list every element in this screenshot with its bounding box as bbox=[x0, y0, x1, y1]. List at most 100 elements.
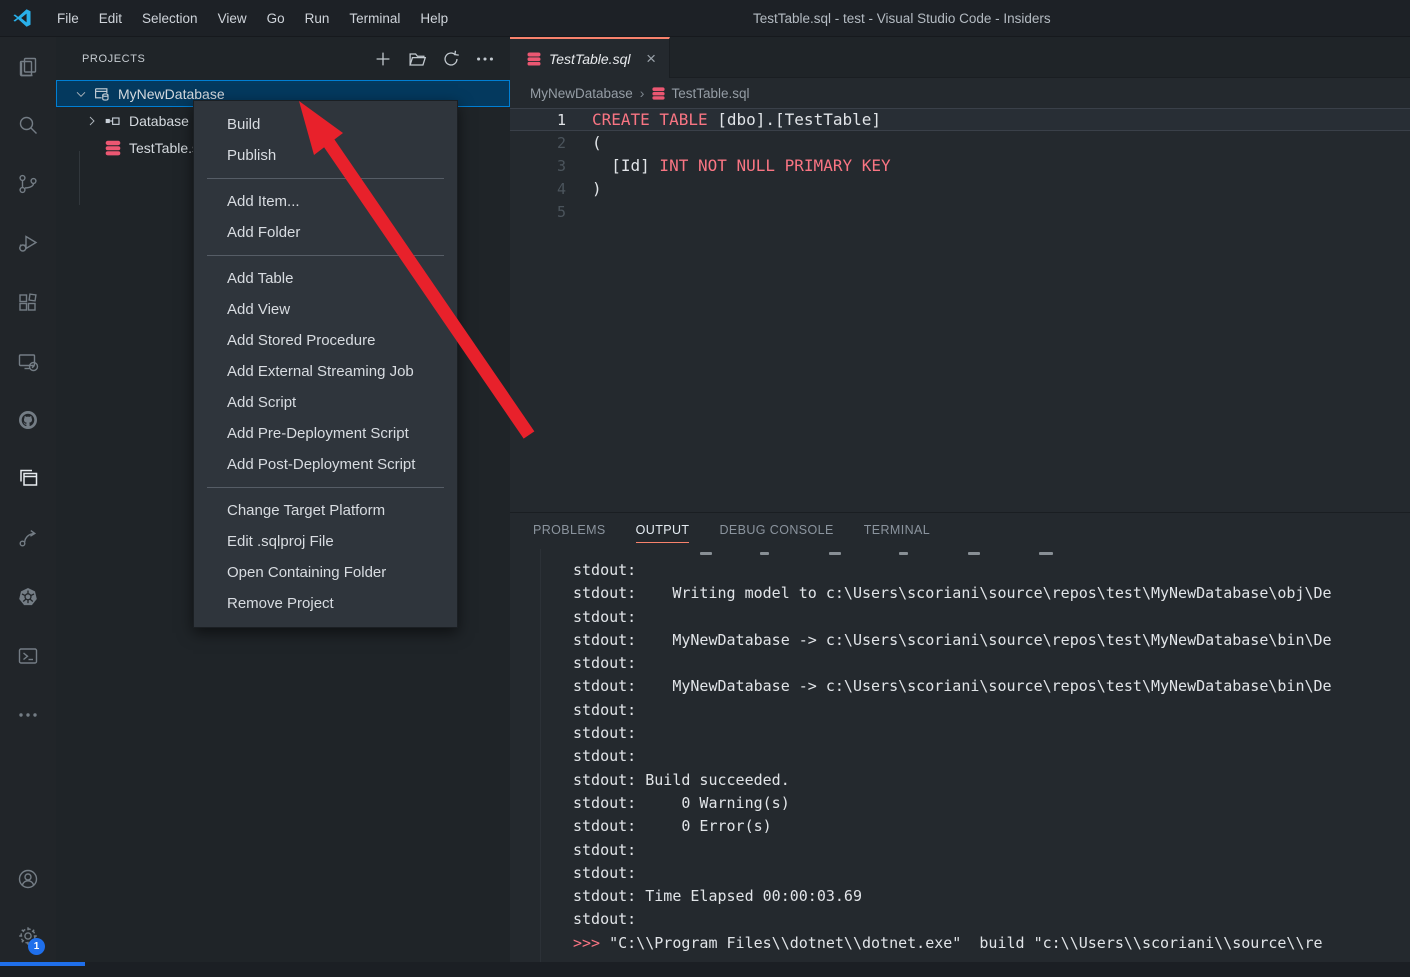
line-number: 4 bbox=[510, 180, 592, 198]
editor-tab-strip: TestTable.sql × bbox=[510, 37, 1410, 78]
panel-tab-output[interactable]: OUTPUT bbox=[636, 523, 690, 543]
output-line: stdout: Time Elapsed 00:00:03.69 bbox=[573, 885, 1410, 908]
tab-close-icon[interactable]: × bbox=[643, 49, 659, 68]
menubar-item-selection[interactable]: Selection bbox=[132, 0, 208, 37]
output-command-prefix: >>> bbox=[573, 934, 609, 952]
output-line: stdout: bbox=[573, 839, 1410, 862]
code-token: [Id] bbox=[592, 156, 650, 175]
output-line: >>> "C:\\Program Files\\dotnet\\dotnet.e… bbox=[573, 932, 1410, 955]
breadcrumb: MyNewDatabase › TestTable.sql bbox=[510, 78, 1410, 108]
menu-item-add-post-deployment-script[interactable]: Add Post-Deployment Script bbox=[194, 449, 457, 480]
code-line: 5 bbox=[510, 200, 1410, 223]
extensions-icon[interactable] bbox=[16, 291, 40, 315]
breadcrumb-item[interactable]: MyNewDatabase bbox=[530, 86, 633, 101]
output-view[interactable]: stdout:stdout: Writing model to c:\Users… bbox=[510, 549, 1410, 963]
remote-explorer-icon[interactable] bbox=[16, 350, 40, 374]
menubar-item-file[interactable]: File bbox=[47, 0, 89, 37]
status-progress-bar bbox=[0, 962, 85, 966]
output-line: stdout: 0 Error(s) bbox=[573, 815, 1410, 838]
breadcrumb-item[interactable]: TestTable.sql bbox=[671, 86, 749, 101]
output-line: stdout: Writing model to c:\Users\scoria… bbox=[573, 582, 1410, 605]
search-icon[interactable] bbox=[16, 113, 40, 137]
output-line: stdout: bbox=[573, 559, 1410, 582]
output-indent-guide bbox=[540, 549, 541, 963]
output-line: stdout: bbox=[573, 862, 1410, 885]
project-context-menu: BuildPublish Add Item...Add Folder Add Tab… bbox=[193, 100, 458, 628]
menubar-item-help[interactable]: Help bbox=[410, 0, 458, 37]
menu-item-change-target-platform[interactable]: Change Target Platform bbox=[194, 495, 457, 526]
panel-tab-debug-console[interactable]: DEBUG CONSOLE bbox=[719, 523, 833, 539]
menubar-item-run[interactable]: Run bbox=[295, 0, 340, 37]
no-chevron bbox=[84, 140, 100, 156]
menubar-item-terminal[interactable]: Terminal bbox=[339, 0, 410, 37]
menu-bar: FileEditSelectionViewGoRunTerminalHelp bbox=[47, 0, 458, 37]
line-number: 5 bbox=[510, 203, 592, 221]
accounts-icon[interactable] bbox=[16, 867, 40, 891]
code-token: [dbo].[TestTable] bbox=[717, 110, 881, 129]
code-token: ) bbox=[592, 179, 602, 198]
panel-tab-terminal[interactable]: TERMINAL bbox=[864, 523, 930, 539]
sql-database-projects-icon[interactable] bbox=[16, 466, 40, 490]
more-actions-button[interactable] bbox=[474, 48, 496, 70]
menu-item-add-item-[interactable]: Add Item... bbox=[194, 186, 457, 217]
menu-separator bbox=[207, 178, 444, 179]
activity-bar: 1 bbox=[0, 37, 56, 962]
output-line: stdout: bbox=[573, 908, 1410, 931]
output-line: stdout: bbox=[573, 699, 1410, 722]
chevron-down-icon[interactable] bbox=[73, 86, 89, 102]
source-control-icon[interactable] bbox=[16, 172, 40, 196]
vscode-logo-icon bbox=[11, 7, 33, 29]
sidebar-title: PROJECTS bbox=[82, 53, 372, 65]
menubar-item-view[interactable]: View bbox=[208, 0, 257, 37]
panel-tab-problems[interactable]: PROBLEMS bbox=[533, 523, 606, 539]
code-token: INT NOT NULL PRIMARY KEY bbox=[650, 156, 891, 175]
menu-item-add-script[interactable]: Add Script bbox=[194, 387, 457, 418]
menu-item-add-folder[interactable]: Add Folder bbox=[194, 217, 457, 248]
menu-item-build[interactable]: Build bbox=[194, 109, 457, 140]
code-line: 3 [Id] INT NOT NULL PRIMARY KEY bbox=[510, 154, 1410, 177]
project-icon bbox=[93, 85, 111, 103]
editor-group: TestTable.sql × MyNewDatabase › TestTable.… bbox=[510, 37, 1410, 962]
more-views-icon[interactable] bbox=[16, 703, 40, 727]
line-number: 3 bbox=[510, 157, 592, 175]
window-title: TestTable.sql - test - Visual Studio Cod… bbox=[753, 0, 1051, 37]
chevron-right-icon[interactable] bbox=[84, 113, 100, 129]
bottom-panel: PROBLEMS OUTPUT DEBUG CONSOLE TERMINAL stdo… bbox=[510, 512, 1410, 962]
menubar-item-edit[interactable]: Edit bbox=[89, 0, 132, 37]
refresh-button[interactable] bbox=[440, 48, 462, 70]
add-project-button[interactable] bbox=[372, 48, 394, 70]
open-project-button[interactable] bbox=[406, 48, 428, 70]
tab-testtable-sql[interactable]: TestTable.sql × bbox=[510, 37, 670, 78]
explorer-icon[interactable] bbox=[16, 55, 40, 79]
menu-item-add-table[interactable]: Add Table bbox=[194, 263, 457, 294]
code-token: CREATE TABLE bbox=[592, 110, 717, 129]
code-token: ( bbox=[592, 133, 602, 152]
sidebar-header: PROJECTS bbox=[56, 37, 510, 80]
breadcrumb-separator-icon: › bbox=[640, 85, 645, 101]
menubar-item-go[interactable]: Go bbox=[257, 0, 295, 37]
settings-badge: 1 bbox=[28, 938, 45, 955]
run-and-debug-icon[interactable] bbox=[16, 231, 40, 255]
menu-item-add-external-streaming-job[interactable]: Add External Streaming Job bbox=[194, 356, 457, 387]
code-line: 1CREATE TABLE [dbo].[TestTable] bbox=[510, 108, 1410, 131]
code-line: 4) bbox=[510, 177, 1410, 200]
powershell-icon[interactable] bbox=[16, 644, 40, 668]
menu-item-publish[interactable]: Publish bbox=[194, 140, 457, 171]
clipped-output-line bbox=[573, 549, 1410, 559]
kubernetes-icon[interactable] bbox=[16, 585, 40, 609]
menu-item-open-containing-folder[interactable]: Open Containing Folder bbox=[194, 557, 457, 588]
output-line: stdout: MyNewDatabase -> c:\Users\scoria… bbox=[573, 629, 1410, 652]
sidebar-actions bbox=[372, 48, 496, 70]
menu-item-remove-project[interactable]: Remove Project bbox=[194, 588, 457, 619]
menu-item-edit-sqlproj-file[interactable]: Edit .sqlproj File bbox=[194, 526, 457, 557]
menu-item-add-stored-procedure[interactable]: Add Stored Procedure bbox=[194, 325, 457, 356]
menu-item-add-view[interactable]: Add View bbox=[194, 294, 457, 325]
github-icon[interactable] bbox=[16, 408, 40, 432]
menu-item-add-pre-deployment-script[interactable]: Add Pre-Deployment Script bbox=[194, 418, 457, 449]
status-bar bbox=[0, 962, 1410, 977]
code-editor[interactable]: 1CREATE TABLE [dbo].[TestTable]2(3 [Id] … bbox=[510, 108, 1410, 223]
output-line: stdout: bbox=[573, 745, 1410, 768]
output-log: stdout:stdout: Writing model to c:\Users… bbox=[573, 549, 1410, 955]
live-share-icon[interactable] bbox=[16, 526, 40, 550]
references-icon bbox=[104, 112, 122, 130]
